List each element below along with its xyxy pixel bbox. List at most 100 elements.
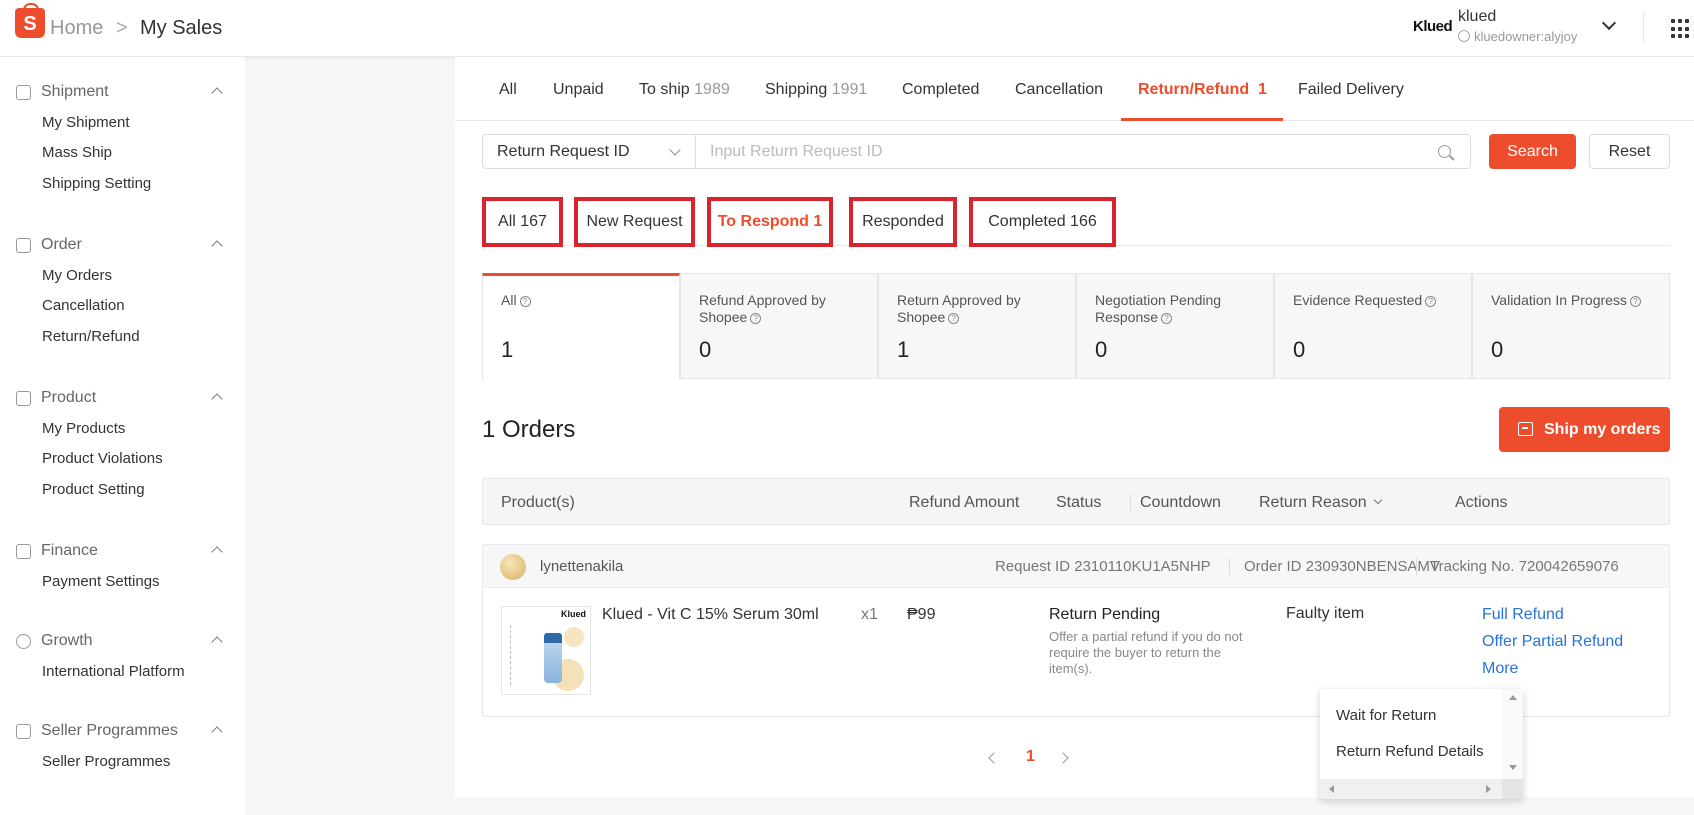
stat-card-evidence-requested[interactable]: Evidence Requested? 0: [1274, 273, 1472, 379]
sidebar-item-return-refund[interactable]: Return/Refund: [42, 328, 140, 345]
sidebar-item-my-orders[interactable]: My Orders: [42, 267, 112, 284]
th-status: Status: [1056, 494, 1102, 511]
tab-all[interactable]: All: [499, 81, 517, 99]
subtab-all[interactable]: All 167: [482, 197, 563, 247]
tab-label: Failed Delivery: [1298, 81, 1404, 98]
buyer-username[interactable]: lynettenakila: [540, 558, 623, 575]
search-button[interactable]: Search: [1489, 134, 1576, 169]
main-panel: All Unpaid To ship 1989 Shipping 1991 Co…: [455, 57, 1694, 797]
sidebar-item-international-platform[interactable]: International Platform: [42, 663, 185, 680]
chevron-up-icon[interactable]: [211, 393, 223, 405]
status-filter-cards: All? 1 Refund Approved by Shopee? 0 Retu…: [482, 273, 1670, 379]
scroll-up-arrow-icon[interactable]: [1509, 695, 1517, 700]
page-number[interactable]: 1: [1026, 748, 1035, 766]
breadcrumb-home[interactable]: Home: [50, 17, 103, 40]
tab-shipping[interactable]: Shipping 1991: [765, 81, 867, 99]
scroll-down-arrow-icon[interactable]: [1509, 765, 1517, 770]
shopee-logo-icon[interactable]: S: [15, 3, 45, 38]
product-image[interactable]: Klued: [501, 606, 591, 695]
serum-bottle-graphic: [544, 633, 562, 683]
help-icon[interactable]: ?: [1629, 296, 1641, 307]
chevron-down-icon[interactable]: [1373, 495, 1382, 505]
chevron-right-icon[interactable]: [1057, 752, 1069, 764]
th-refund-amount: Refund Amount: [909, 494, 1020, 511]
help-icon[interactable]: ?: [519, 296, 531, 307]
dropdown-item-wait-for-return[interactable]: Wait for Return: [1336, 707, 1436, 724]
stat-card-all[interactable]: All? 1: [482, 273, 680, 379]
tab-to-ship[interactable]: To ship 1989: [639, 81, 730, 99]
stat-card-negotiation-pending[interactable]: Negotiation Pending Response? 0: [1076, 273, 1274, 379]
user-icon: [1458, 30, 1470, 42]
horizontal-scrollbar[interactable]: [1320, 779, 1502, 799]
sidebar-section-title[interactable]: Growth: [41, 632, 93, 650]
sidebar-section-title[interactable]: Finance: [41, 542, 98, 560]
dropdown-item-return-refund-details[interactable]: Return Refund Details: [1336, 743, 1484, 760]
sidebar-item-product-setting[interactable]: Product Setting: [42, 481, 145, 498]
stat-value: 0: [699, 337, 712, 362]
search-type-value: Return Request ID: [497, 143, 630, 160]
avatar[interactable]: [500, 554, 526, 580]
chevron-up-icon[interactable]: [211, 726, 223, 738]
tab-label: Completed: [902, 81, 980, 98]
sidebar-section-title[interactable]: Shipment: [41, 83, 109, 101]
stat-card-return-approved[interactable]: Return Approved by Shopee? 1: [878, 273, 1076, 379]
tab-failed-delivery[interactable]: Failed Delivery: [1298, 81, 1404, 99]
tab-unpaid[interactable]: Unpaid: [553, 81, 604, 99]
apps-grid-icon[interactable]: [1671, 19, 1691, 39]
active-tab-indicator: [1121, 118, 1283, 121]
request-id: Request ID 2310110KU1A5NHP: [995, 558, 1211, 575]
sidebar-item-cancellation[interactable]: Cancellation: [42, 297, 125, 314]
more-actions-link[interactable]: More: [1482, 660, 1518, 678]
stat-label: Evidence Requested?: [1293, 292, 1463, 309]
tab-return-refund[interactable]: Return/Refund 1: [1138, 81, 1267, 99]
search-type-select[interactable]: Return Request ID: [482, 134, 696, 169]
sidebar-item-payment-settings[interactable]: Payment Settings: [42, 573, 160, 590]
subtab-new-request[interactable]: New Request: [574, 197, 695, 247]
sidebar-section-title[interactable]: Seller Programmes: [41, 722, 178, 740]
vertical-scrollbar[interactable]: [1502, 689, 1523, 779]
return-status: Return Pending: [1049, 606, 1161, 623]
full-refund-link[interactable]: Full Refund: [1482, 606, 1564, 624]
product-label-graphic: [510, 625, 540, 685]
sidebar-item-seller-programmes[interactable]: Seller Programmes: [42, 753, 170, 770]
sidebar-section-title[interactable]: Product: [41, 389, 96, 407]
stat-card-validation-in-progress[interactable]: Validation In Progress? 0: [1472, 273, 1670, 379]
product-name: Klued - Vit C 15% Serum 30ml: [602, 606, 819, 623]
chevron-down-icon[interactable]: [1601, 15, 1617, 31]
tab-label: Return/Refund: [1138, 81, 1250, 98]
th-return-reason[interactable]: Return Reason: [1259, 494, 1382, 512]
subtab-to-respond[interactable]: To Respond 1: [707, 197, 833, 247]
offer-partial-refund-link[interactable]: Offer Partial Refund: [1482, 633, 1623, 651]
chevron-up-icon[interactable]: [211, 87, 223, 99]
sidebar-item-mass-ship[interactable]: Mass Ship: [42, 144, 112, 161]
help-icon[interactable]: ?: [948, 313, 960, 324]
tab-completed[interactable]: Completed: [902, 81, 979, 99]
stat-card-refund-approved[interactable]: Refund Approved by Shopee? 0: [680, 273, 878, 379]
scroll-left-arrow-icon[interactable]: [1329, 785, 1334, 793]
chevron-up-icon[interactable]: [211, 240, 223, 252]
sidebar-item-my-shipment[interactable]: My Shipment: [42, 114, 130, 131]
scroll-right-arrow-icon[interactable]: [1486, 785, 1491, 793]
help-icon[interactable]: ?: [1161, 313, 1173, 324]
subtab-completed[interactable]: Completed 166: [969, 197, 1116, 247]
chevron-up-icon[interactable]: [211, 546, 223, 558]
chevron-up-icon[interactable]: [211, 636, 223, 648]
shop-name[interactable]: klued: [1458, 8, 1496, 26]
reset-button[interactable]: Reset: [1589, 134, 1670, 169]
search-icon[interactable]: [1438, 145, 1451, 158]
product-brand-label: Klued: [560, 609, 586, 619]
sidebar-item-my-products[interactable]: My Products: [42, 420, 125, 437]
help-icon[interactable]: ?: [1425, 296, 1437, 307]
tab-label: Cancellation: [1015, 81, 1104, 98]
header-divider: [1643, 12, 1644, 42]
order-card-header: lynettenakila Request ID 2310110KU1A5NHP…: [483, 545, 1669, 588]
stat-label: Refund Approved by Shopee?: [699, 292, 826, 325]
sidebar-section-title[interactable]: Order: [41, 236, 82, 254]
chevron-left-icon[interactable]: [988, 752, 1000, 764]
tab-cancellation[interactable]: Cancellation: [1015, 81, 1103, 99]
sidebar-item-product-violations[interactable]: Product Violations: [42, 450, 163, 467]
help-icon[interactable]: ?: [750, 313, 762, 324]
sidebar-item-shipping-setting[interactable]: Shipping Setting: [42, 175, 151, 192]
return-request-id-input[interactable]: [696, 134, 1471, 169]
subtab-responded[interactable]: Responded: [849, 197, 957, 247]
